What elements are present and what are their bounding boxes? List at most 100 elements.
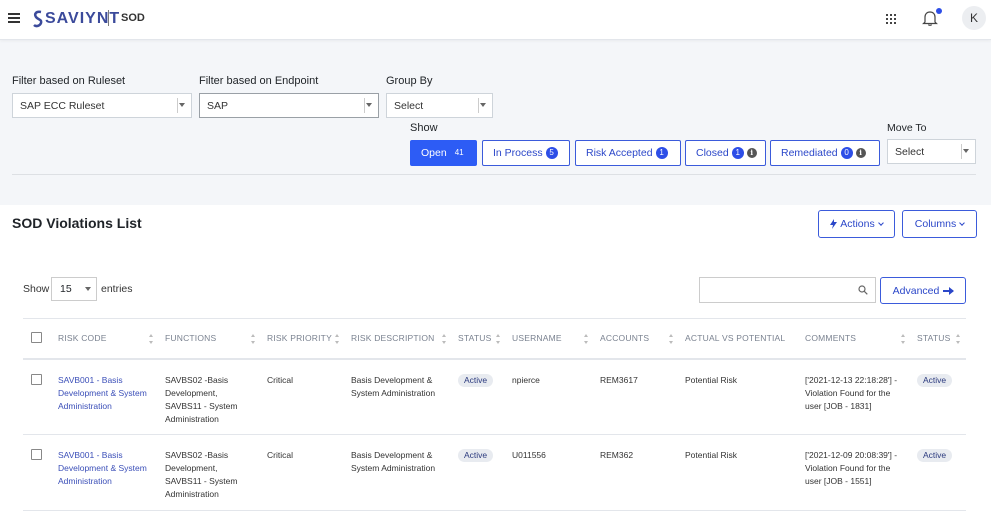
groupby-select-value: Select [394,100,424,112]
actual-vs-potential-cell: Potential Risk [679,358,799,435]
column-header-label: RISK CODE [58,333,107,344]
top-bar: SAVIYNT SOD K [0,0,991,40]
status-badge: Active [458,449,494,462]
sort-icon[interactable] [442,334,446,344]
column-header[interactable]: ACCOUNTS [594,318,679,360]
user-avatar[interactable]: K [962,6,986,30]
tab-remediated[interactable]: Remediated 0 i [770,140,880,166]
status-badge: Active [917,373,953,387]
columns-button[interactable]: Columns [902,210,977,238]
sort-icon[interactable] [584,334,588,344]
column-header-label: STATUS [917,333,951,344]
select-divider [478,98,479,113]
endpoint-select[interactable]: SAP [199,93,379,118]
column-header[interactable]: STATUS [452,318,506,360]
ruleset-filter-label: Filter based on Ruleset [12,75,126,87]
risk-code-link[interactable]: SAVB001 - Basis Development & System Adm… [58,375,147,411]
description-cell: Basis Development & System Administratio… [345,358,452,435]
ruleset-select-value: SAP ECC Ruleset [20,100,105,112]
menu-icon[interactable] [8,13,20,23]
tab-remediated-count: 0 [840,147,853,159]
functions-cell: SAVBS02 -Basis Development, SAVBS11 - Sy… [159,434,261,511]
status2-cell: Active [911,358,966,435]
table-row[interactable]: SAVB001 - Basis Development & System Adm… [23,434,966,511]
violations-table: RISK CODE FUNCTIONS RISK PRIORITY RISK D… [23,318,966,511]
select-divider [364,98,365,113]
chevron-down-icon [85,287,91,291]
sort-icon[interactable] [496,334,500,344]
move-to-select[interactable]: Select [887,139,976,164]
groupby-select[interactable]: Select [386,93,493,118]
actions-button[interactable]: Actions [818,210,895,238]
select-divider [177,98,178,113]
risk-code-link[interactable]: SAVB001 - Basis Development & System Adm… [58,450,147,486]
sort-icon[interactable] [901,334,905,344]
row-checkbox[interactable] [31,449,42,460]
search-input[interactable] [699,277,876,303]
move-to-select-value: Select [895,146,925,158]
sort-icon[interactable] [149,334,153,344]
chevron-down-icon [480,103,486,107]
entries-label: entries [101,283,133,295]
table-row[interactable]: SAVB001 - Basis Development & System Adm… [23,358,966,435]
ruleset-select[interactable]: SAP ECC Ruleset [12,93,192,118]
tab-in-process[interactable]: In Process 5 [482,140,570,166]
row-checkbox[interactable] [31,373,42,385]
column-header-label: USERNAME [512,333,562,344]
row-select-cell [23,434,52,511]
chevron-down-icon [877,219,884,226]
column-header-label: ACTUAL VS POTENTIAL [685,333,786,344]
advanced-search-button[interactable]: Advanced [880,277,966,304]
column-header[interactable]: RISK PRIORITY [261,318,345,360]
entries-length-select[interactable]: 15 [51,277,97,301]
header-divider [108,10,109,26]
select-all-checkbox[interactable] [31,331,42,343]
sort-icon[interactable] [335,334,339,344]
actions-button-label: Actions [840,218,875,230]
functions-cell: SAVBS02 -Basis Development, SAVBS11 - Sy… [159,358,261,435]
chevron-down-icon [179,103,185,107]
column-header[interactable]: COMMENTS [799,318,911,360]
apps-grid-icon[interactable] [886,14,896,24]
risk-code-cell: SAVB001 - Basis Development & System Adm… [52,358,159,435]
tab-closed[interactable]: Closed 1 i [685,140,766,166]
column-header[interactable]: FUNCTIONS [159,318,261,360]
priority-cell: Critical [261,434,345,511]
column-header-label: RISK PRIORITY [267,333,332,344]
tab-closed-count: 1 [731,147,744,159]
info-icon[interactable]: i [746,148,757,158]
column-header[interactable]: USERNAME [506,318,594,360]
sort-icon[interactable] [669,334,673,344]
column-header[interactable]: ACTUAL VS POTENTIAL [679,318,799,360]
notification-dot [936,8,942,14]
description-cell: Basis Development & System Administratio… [345,434,452,511]
tab-open[interactable]: Open 41 [410,140,477,166]
status-cell: Active [452,434,506,511]
saviynt-logo-icon [33,10,43,28]
comments-cell: ['2021-12-13 22:18:28'] - Violation Foun… [799,358,911,435]
tab-closed-label: Closed [696,147,729,159]
status-cell: Active [452,358,506,435]
sort-icon[interactable] [956,334,960,344]
table-header-row: RISK CODE FUNCTIONS RISK PRIORITY RISK D… [23,318,966,360]
tab-risk-accepted-label: Risk Accepted [586,147,653,159]
entries-length-value: 15 [60,283,72,295]
column-header[interactable]: RISK CODE [52,318,159,360]
show-status-label: Show [410,122,438,134]
info-icon[interactable]: i [855,148,866,158]
arrow-right-icon [943,286,955,295]
endpoint-select-value: SAP [207,100,229,112]
tab-risk-accepted-count: 1 [655,147,668,159]
columns-button-label: Columns [914,218,957,230]
page-title: SOD Violations List [12,215,142,231]
column-header-label: FUNCTIONS [165,333,217,344]
column-header[interactable]: STATUS [911,318,966,360]
tab-in-process-count: 5 [545,147,558,159]
column-header[interactable]: RISK DESCRIPTION [345,318,452,360]
sort-icon[interactable] [251,334,255,344]
search-icon[interactable] [858,285,868,295]
status2-cell: Active [911,434,966,511]
chevron-down-icon [959,219,966,226]
chevron-down-icon [366,103,372,107]
tab-risk-accepted[interactable]: Risk Accepted 1 [575,140,681,166]
